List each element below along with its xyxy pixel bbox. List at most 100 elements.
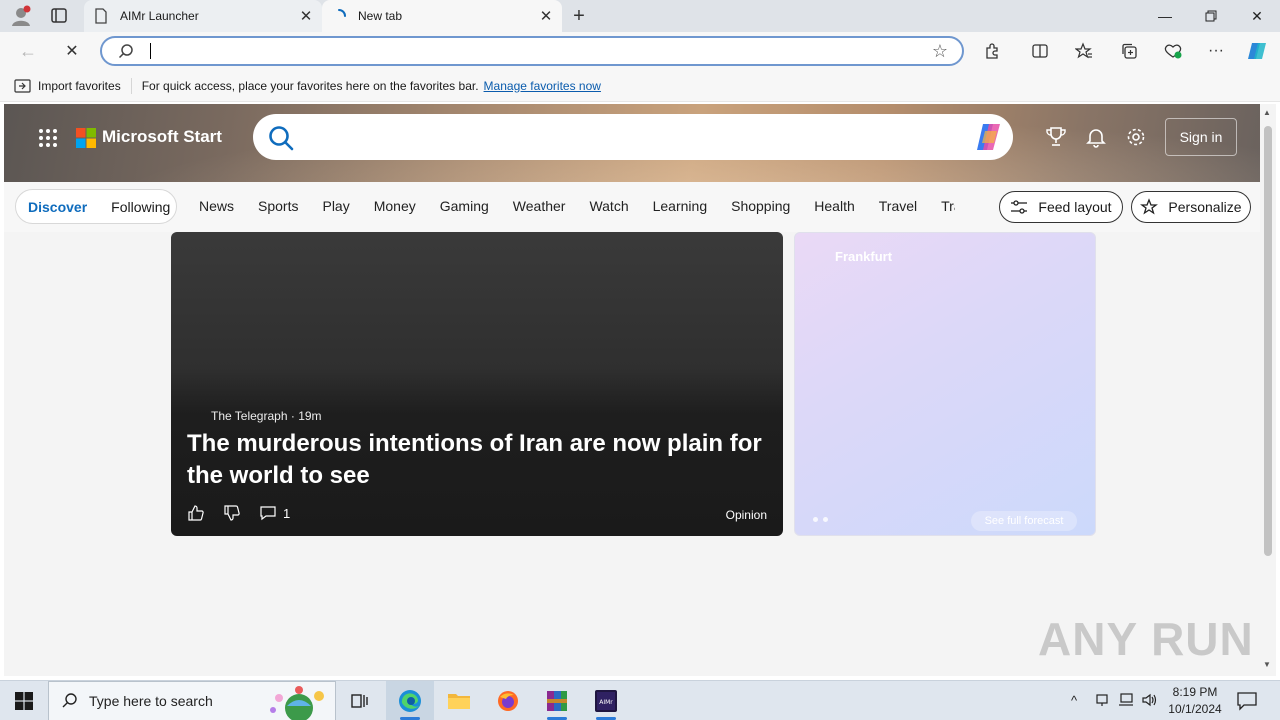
close-icon[interactable]: ✕ [538,8,554,25]
search-icon [267,124,295,155]
scroll-thumb[interactable] [1264,126,1272,556]
app-launcher-icon[interactable] [38,128,58,148]
extensions-icon[interactable] [980,39,1004,63]
category-weather[interactable]: Weather [513,198,566,214]
address-bar[interactable]: ☆ [100,36,964,66]
category-learning[interactable]: Learning [653,198,708,214]
task-view-icon[interactable] [336,681,384,720]
more-options-icon[interactable]: ··· [1204,39,1228,63]
file-explorer-icon[interactable] [435,681,483,720]
sliders-icon [1011,200,1028,214]
category-traffic[interactable]: Traf [941,198,955,214]
personalize-button[interactable]: Personalize [1131,191,1251,223]
clock-date: 10/1/2024 [1168,702,1222,716]
notification-center-icon[interactable] [1236,691,1258,711]
copilot-icon[interactable] [1245,39,1269,63]
window-close-icon[interactable]: ✕ [1234,0,1280,32]
network-adapter-icon[interactable] [1095,693,1109,710]
tray-chevron-up-icon[interactable]: ^ [1071,693,1077,708]
article-headline[interactable]: The murderous intentions of Iran are now… [187,428,767,492]
dislike-icon[interactable] [223,504,241,522]
restore-icon[interactable] [1188,0,1234,32]
hero-banner: Microsoft Start Sign in [4,104,1260,182]
star-pen-icon [1140,198,1159,215]
favorite-star-icon[interactable]: ☆ [932,41,948,62]
personalize-label: Personalize [1168,199,1242,215]
tab-new-tab[interactable]: New tab ✕ [322,0,562,32]
tab-aimr-launcher[interactable]: AIMr Launcher ✕ [84,0,322,32]
manage-favorites-link[interactable]: Manage favorites now [484,79,601,93]
tab-actions-icon[interactable] [48,6,70,26]
copilot-icon[interactable] [973,122,1005,155]
category-travel[interactable]: Travel [879,198,917,214]
rewards-trophy-icon[interactable] [1045,126,1069,150]
search-highlight-icon [263,684,331,720]
see-forecast-button[interactable]: See full forecast [971,511,1077,531]
volume-icon[interactable] [1142,693,1158,710]
source-name: The Telegraph [211,409,288,423]
feed-layout-label: Feed layout [1038,199,1112,215]
back-arrow-icon[interactable]: ← [14,38,42,64]
stop-loading-icon[interactable]: ✕ [58,38,86,64]
firefox-icon[interactable] [484,681,532,720]
category-play[interactable]: Play [322,198,349,214]
text-caret [150,43,151,59]
news-card[interactable]: The Telegraph · 19m The murderous intent… [171,232,783,536]
sign-in-button[interactable]: Sign in [1165,118,1237,156]
taskbar-search[interactable]: Type here to search [48,681,336,720]
tab-discover[interactable]: Discover [16,199,99,215]
winrar-icon[interactable] [533,681,581,720]
tab-strip: AIMr Launcher ✕ New tab ✕ + — ✕ [0,0,1280,32]
article-age: 19m [298,409,322,423]
favorites-hint: For quick access, place your favorites h… [141,78,479,93]
weather-city: Frankfurt [835,249,893,264]
close-icon[interactable]: ✕ [298,8,314,25]
aimr-app-icon[interactable]: AIMr [582,681,630,720]
split-screen-icon[interactable] [1028,39,1052,63]
tab-title: AIMr Launcher [120,9,199,23]
scroll-up-icon[interactable]: ▲ [1263,108,1271,117]
category-health[interactable]: Health [814,198,854,214]
category-list: News Sports Play Money Gaming Weather Wa… [199,198,955,214]
search-icon [62,693,77,708]
article-tag[interactable]: Opinion [726,508,767,522]
system-clock[interactable]: 8:19 PM 10/1/2024 [1164,684,1226,718]
tab-following[interactable]: Following [99,199,182,215]
svg-text:AIMr: AIMr [599,699,613,706]
windows-start-icon[interactable] [0,681,48,720]
category-news[interactable]: News [199,198,234,214]
page-icon [92,7,110,25]
feed-mode-toggle: Discover Following [15,189,177,224]
feed-layout-button[interactable]: Feed layout [999,191,1123,223]
address-input[interactable] [148,42,908,60]
category-gaming[interactable]: Gaming [440,198,489,214]
web-search-box[interactable] [253,114,1013,160]
taskbar-edge-icon[interactable] [386,681,434,720]
carousel-dots[interactable] [813,517,833,522]
clock-time: 8:19 PM [1172,685,1218,699]
weather-card[interactable]: Frankfurt See full forecast [794,232,1096,536]
new-tab-plus-icon[interactable]: + [568,5,590,27]
collections-icon[interactable] [1117,39,1141,63]
import-icon [14,78,31,93]
favorites-icon[interactable] [1072,39,1096,63]
notifications-bell-icon[interactable] [1085,126,1109,150]
page-scrollbar[interactable]: ▲ ▼ [1260,104,1276,676]
category-sports[interactable]: Sports [258,198,298,214]
import-favorites-button[interactable]: Import favorites [14,77,132,94]
search-icon [118,43,134,62]
category-shopping[interactable]: Shopping [731,198,790,214]
settings-gear-icon[interactable] [1125,126,1149,150]
tab-title: New tab [358,9,403,23]
category-watch[interactable]: Watch [589,198,628,214]
network-icon[interactable] [1118,693,1134,710]
category-money[interactable]: Money [374,198,416,214]
windows-taskbar: Type here to search AIMr ^ 8:19 PM 10/1/… [0,680,1280,720]
browser-essentials-icon[interactable] [1161,39,1185,63]
comments-button[interactable]: 1 [259,504,290,522]
brand-name: Microsoft Start [102,127,222,146]
scroll-down-icon[interactable]: ▼ [1263,660,1271,669]
profile-avatar-icon[interactable] [8,5,34,27]
like-icon[interactable] [187,504,205,522]
minimize-icon[interactable]: — [1142,0,1188,32]
